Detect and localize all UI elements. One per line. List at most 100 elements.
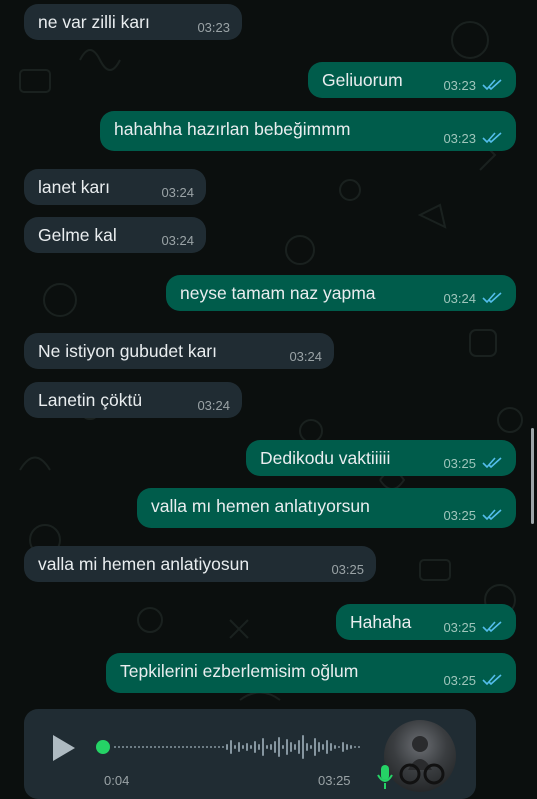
read-receipt-icon [482, 79, 502, 91]
sender-avatar[interactable] [384, 720, 456, 792]
waveform-bar [242, 745, 244, 749]
message-time: 03:24 [289, 349, 322, 364]
outgoing-message[interactable]: hahahha hazırlan bebeğimmm 03:23 [100, 111, 516, 151]
incoming-message[interactable]: valla mi hemen anlatiyosun 03:25 [24, 546, 376, 582]
waveform-bar [210, 746, 212, 748]
waveform-bar [154, 746, 156, 748]
waveform-bar [234, 745, 236, 749]
waveform-bar [178, 746, 180, 748]
incoming-message[interactable]: lanet karı 03:24 [24, 169, 206, 205]
waveform-bar [290, 742, 292, 752]
playback-progress-dot[interactable] [96, 740, 110, 754]
waveform-bar [278, 737, 280, 757]
waveform-bar [330, 743, 332, 751]
waveform-bar [294, 744, 296, 750]
incoming-message[interactable]: Lanetin çöktü 03:24 [24, 382, 242, 418]
waveform-bar [206, 746, 208, 748]
play-icon[interactable] [50, 733, 78, 763]
message-text: valla mı hemen anlatıyorsun [151, 496, 370, 516]
waveform-bar [238, 742, 240, 752]
waveform-bar [258, 744, 260, 750]
waveform-bar [230, 740, 232, 754]
scrollbar[interactable] [531, 428, 534, 524]
message-text: Ne istiyon gubudet karı [38, 341, 217, 361]
message-time: 03:24 [161, 233, 194, 248]
message-text: neyse tamam naz yapma [180, 283, 376, 303]
outgoing-message[interactable]: Hahaha 03:25 [336, 604, 516, 640]
waveform-bar [142, 746, 144, 748]
waveform-bar [150, 746, 152, 748]
read-receipt-icon [482, 621, 502, 633]
message-time: 03:25 [443, 620, 476, 635]
waveform-bar [282, 745, 284, 749]
waveform-bar [250, 745, 252, 749]
outgoing-message[interactable]: Dedikodu vaktiiiii 03:25 [246, 440, 516, 476]
waveform-bar [354, 746, 356, 748]
waveform-bar [162, 746, 164, 748]
waveform-bar [246, 743, 248, 751]
waveform[interactable] [114, 731, 364, 763]
waveform-bar [158, 746, 160, 748]
incoming-message[interactable]: ne var zilli karı 03:23 [24, 4, 242, 40]
message-text: Gelme kal [38, 225, 117, 245]
waveform-bar [334, 745, 336, 749]
read-receipt-icon [482, 132, 502, 144]
voice-time: 03:25 [318, 773, 351, 788]
message-text: valla mi hemen anlatiyosun [38, 554, 250, 574]
outgoing-message[interactable]: valla mı hemen anlatıyorsun 03:25 [137, 488, 516, 528]
waveform-bar [146, 746, 148, 748]
message-time: 03:25 [443, 508, 476, 523]
waveform-bar [134, 746, 136, 748]
waveform-bar [118, 746, 120, 748]
waveform-bar [130, 746, 132, 748]
waveform-bar [202, 746, 204, 748]
message-text: ne var zilli karı [38, 12, 150, 32]
message-time: 03:23 [443, 78, 476, 93]
read-receipt-icon [482, 509, 502, 521]
message-time: 03:25 [443, 673, 476, 688]
read-receipt-icon [482, 674, 502, 686]
outgoing-message[interactable]: Tepkilerini ezberlemisim oğlum 03:25 [106, 653, 516, 693]
waveform-bar [138, 746, 140, 748]
waveform-bar [114, 746, 116, 748]
waveform-bar [310, 745, 312, 749]
waveform-bar [174, 746, 176, 748]
waveform-bar [302, 735, 304, 759]
waveform-bar [194, 746, 196, 748]
read-receipt-icon [482, 457, 502, 469]
message-time: 03:23 [197, 20, 230, 35]
outgoing-message[interactable]: Geliuorum 03:23 [308, 62, 516, 98]
message-time: 03:24 [161, 185, 194, 200]
message-time: 03:25 [331, 562, 364, 577]
waveform-bar [222, 746, 224, 748]
waveform-bar [314, 738, 316, 756]
message-time: 03:25 [443, 456, 476, 471]
waveform-bar [122, 746, 124, 748]
waveform-bar [338, 746, 340, 748]
waveform-bar [326, 740, 328, 754]
outgoing-message[interactable]: neyse tamam naz yapma 03:24 [166, 275, 516, 311]
read-receipt-icon [482, 292, 502, 304]
waveform-bar [306, 743, 308, 751]
mic-icon [377, 765, 393, 789]
waveform-bar [358, 746, 360, 748]
message-text: hahahha hazırlan bebeğimmm [114, 119, 351, 139]
waveform-bar [318, 742, 320, 752]
waveform-bar [270, 744, 272, 750]
incoming-message[interactable]: Gelme kal 03:24 [24, 217, 206, 253]
waveform-bar [198, 746, 200, 748]
waveform-bar [346, 744, 348, 750]
waveform-bar [226, 744, 228, 750]
incoming-message[interactable]: Ne istiyon gubudet karı 03:24 [24, 333, 334, 369]
message-time: 03:23 [443, 131, 476, 146]
waveform-bar [322, 744, 324, 750]
waveform-bar [342, 742, 344, 752]
message-text: Hahaha [350, 612, 412, 632]
voice-message-bubble[interactable]: 0:04 03:25 [24, 709, 476, 799]
waveform-bar [350, 745, 352, 749]
waveform-bar [218, 746, 220, 748]
waveform-bar [182, 746, 184, 748]
message-time: 03:24 [197, 398, 230, 413]
waveform-bar [126, 746, 128, 748]
waveform-bar [266, 745, 268, 749]
